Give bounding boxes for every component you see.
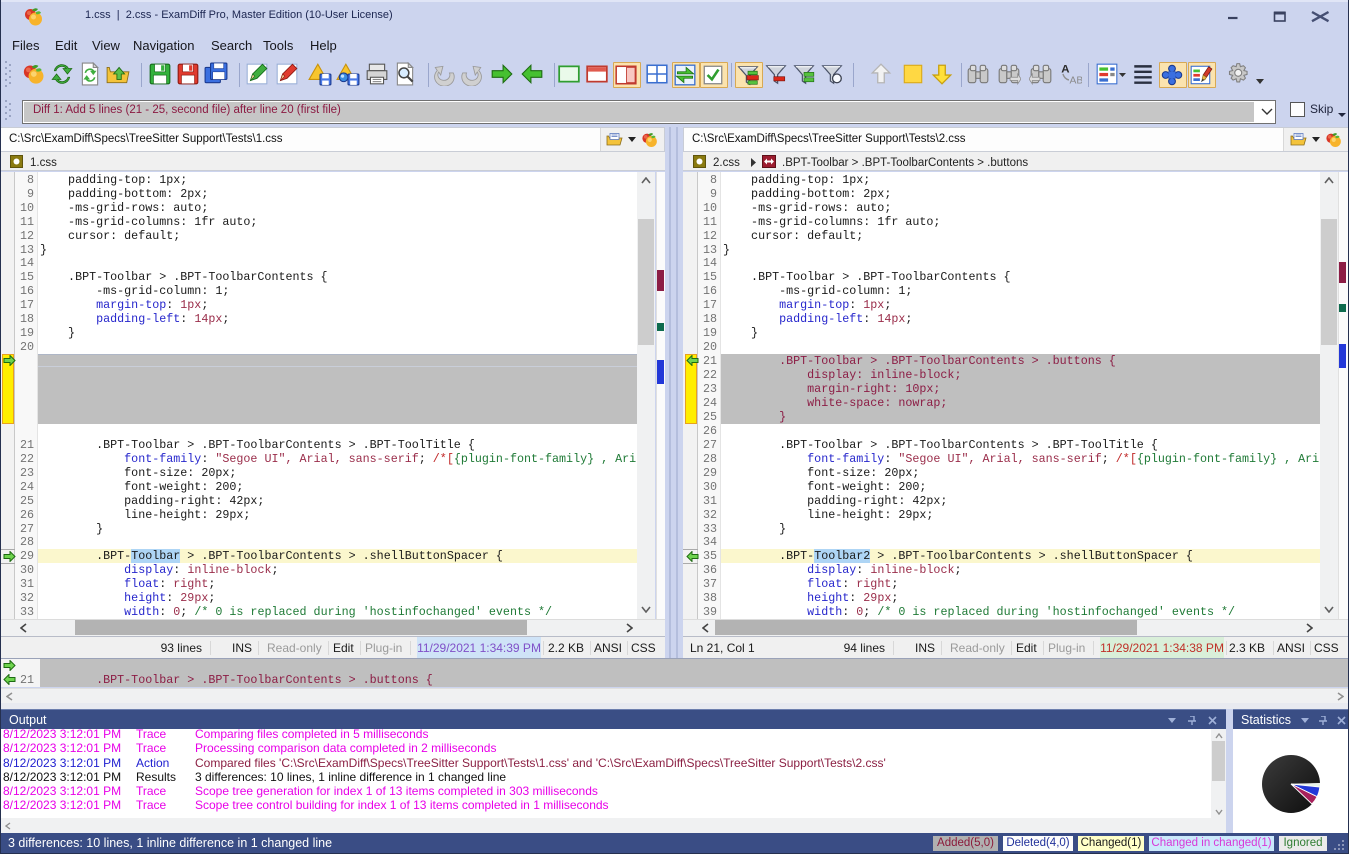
svg-text:AB: AB <box>1069 75 1082 86</box>
svg-text:A: A <box>1061 63 1069 75</box>
